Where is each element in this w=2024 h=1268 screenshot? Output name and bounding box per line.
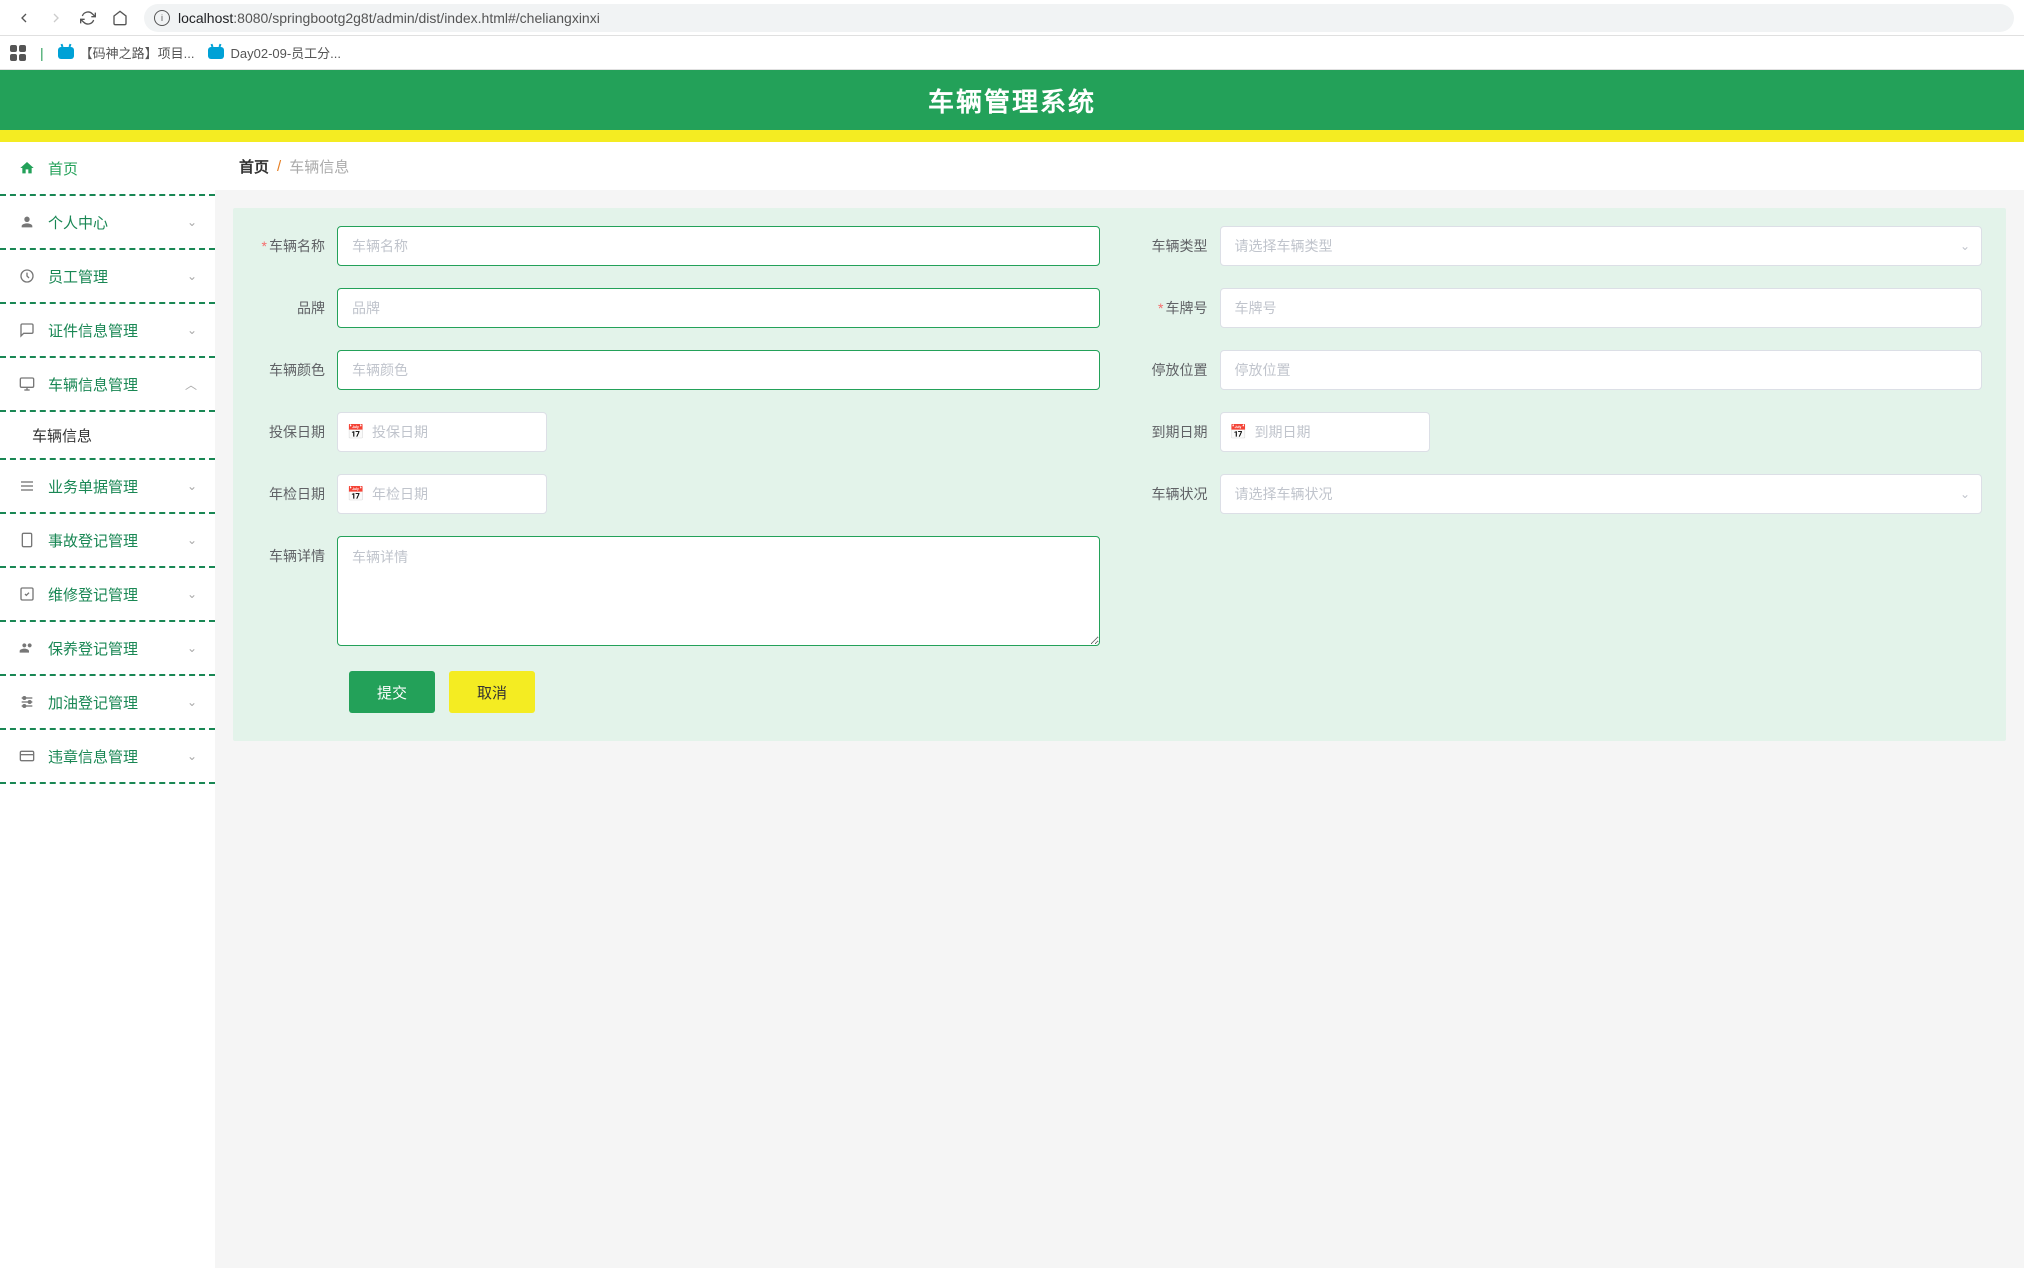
input-expire-date[interactable] bbox=[1220, 412, 1430, 452]
bookmark-item[interactable]: Day02-09-员工分... bbox=[208, 43, 341, 62]
home-icon bbox=[18, 160, 36, 176]
sidebar-subitem-vehicle-info[interactable]: 车辆信息 bbox=[0, 412, 215, 460]
sidebar-item-repair[interactable]: 维修登记管理 ⌄ bbox=[0, 568, 215, 622]
input-brand[interactable] bbox=[337, 288, 1100, 328]
input-plate[interactable] bbox=[1220, 288, 1983, 328]
select-type[interactable] bbox=[1220, 226, 1983, 266]
reload-button[interactable] bbox=[74, 4, 102, 32]
chevron-down-icon: ⌄ bbox=[187, 479, 197, 493]
chevron-down-icon: ⌄ bbox=[187, 533, 197, 547]
label-type: 车辆类型 bbox=[1140, 226, 1220, 256]
sidebar-item-maintain[interactable]: 保养登记管理 ⌄ bbox=[0, 622, 215, 676]
label-status: 车辆状况 bbox=[1140, 474, 1220, 504]
chevron-down-icon: ⌄ bbox=[187, 269, 197, 283]
breadcrumb-current: 车辆信息 bbox=[289, 156, 349, 177]
browser-toolbar: i localhost:8080/springbootg2g8t/admin/d… bbox=[0, 0, 2024, 36]
home-button[interactable] bbox=[106, 4, 134, 32]
select-status[interactable] bbox=[1220, 474, 1983, 514]
label-expire-date: 到期日期 bbox=[1140, 412, 1220, 442]
label-plate: *车牌号 bbox=[1140, 288, 1220, 318]
breadcrumb-home[interactable]: 首页 bbox=[239, 156, 269, 177]
sidebar-item-violation[interactable]: 违章信息管理 ⌄ bbox=[0, 730, 215, 784]
check-icon bbox=[18, 586, 36, 602]
chevron-up-icon: ︿ bbox=[185, 376, 197, 393]
chat-icon bbox=[18, 322, 36, 338]
back-button[interactable] bbox=[10, 4, 38, 32]
phone-icon bbox=[18, 532, 36, 548]
users-icon bbox=[18, 640, 36, 656]
sidebar-item-profile[interactable]: 个人中心 ⌄ bbox=[0, 196, 215, 250]
divider: | bbox=[40, 45, 44, 61]
chevron-down-icon: ⌄ bbox=[187, 695, 197, 709]
banner-accent bbox=[0, 130, 2024, 142]
textarea-detail[interactable] bbox=[337, 536, 1100, 646]
bilibili-icon bbox=[58, 47, 74, 59]
options-icon bbox=[18, 694, 36, 710]
forward-button[interactable] bbox=[42, 4, 70, 32]
card-icon bbox=[18, 748, 36, 764]
form-card: *车辆名称 车辆类型 ⌄ 品牌 *车牌号 bbox=[233, 208, 2006, 741]
label-detail: 车辆详情 bbox=[257, 536, 337, 566]
label-color: 车辆颜色 bbox=[257, 350, 337, 380]
url-text: localhost:8080/springbootg2g8t/admin/dis… bbox=[178, 10, 600, 26]
sidebar-item-staff[interactable]: 员工管理 ⌄ bbox=[0, 250, 215, 304]
submit-button[interactable]: 提交 bbox=[349, 671, 435, 713]
label-insure-date: 投保日期 bbox=[257, 412, 337, 442]
bookmark-item[interactable]: 【码神之路】项目... bbox=[58, 43, 195, 62]
input-inspect-date[interactable] bbox=[337, 474, 547, 514]
sidebar-item-biz[interactable]: 业务单据管理 ⌄ bbox=[0, 460, 215, 514]
bilibili-icon bbox=[208, 47, 224, 59]
sidebar-item-cert[interactable]: 证件信息管理 ⌄ bbox=[0, 304, 215, 358]
input-insure-date[interactable] bbox=[337, 412, 547, 452]
chevron-down-icon: ⌄ bbox=[187, 641, 197, 655]
chevron-down-icon: ⌄ bbox=[187, 215, 197, 229]
input-color[interactable] bbox=[337, 350, 1100, 390]
apps-icon[interactable] bbox=[10, 45, 26, 61]
breadcrumb: 首页 / 车辆信息 bbox=[215, 142, 2024, 190]
main-content: 首页 / 车辆信息 *车辆名称 车辆类型 ⌄ bbox=[215, 142, 2024, 1268]
label-park: 停放位置 bbox=[1140, 350, 1220, 380]
breadcrumb-separator: / bbox=[277, 158, 281, 175]
user-icon bbox=[18, 214, 36, 230]
label-brand: 品牌 bbox=[257, 288, 337, 318]
input-name[interactable] bbox=[337, 226, 1100, 266]
label-inspect-date: 年检日期 bbox=[257, 474, 337, 504]
label-name: *车辆名称 bbox=[257, 226, 337, 256]
sidebar-item-fuel[interactable]: 加油登记管理 ⌄ bbox=[0, 676, 215, 730]
cancel-button[interactable]: 取消 bbox=[449, 671, 535, 713]
list-icon bbox=[18, 478, 36, 494]
clock-icon bbox=[18, 268, 36, 284]
info-icon: i bbox=[154, 10, 170, 26]
bookmarks-bar: | 【码神之路】项目... Day02-09-员工分... bbox=[0, 36, 2024, 70]
app-title: 车辆管理系统 bbox=[928, 82, 1096, 119]
url-bar[interactable]: i localhost:8080/springbootg2g8t/admin/d… bbox=[144, 4, 2014, 32]
sidebar: 首页 个人中心 ⌄ 员工管理 ⌄ 证件信息管理 ⌄ 车辆信息管理 ︿ 车辆信息 … bbox=[0, 142, 215, 1268]
chevron-down-icon: ⌄ bbox=[187, 323, 197, 337]
monitor-icon bbox=[18, 376, 36, 392]
chevron-down-icon: ⌄ bbox=[187, 749, 197, 763]
sidebar-item-accident[interactable]: 事故登记管理 ⌄ bbox=[0, 514, 215, 568]
sidebar-item-vehicle[interactable]: 车辆信息管理 ︿ bbox=[0, 358, 215, 412]
sidebar-item-home[interactable]: 首页 bbox=[0, 142, 215, 196]
input-park[interactable] bbox=[1220, 350, 1983, 390]
app-banner: 车辆管理系统 bbox=[0, 70, 2024, 130]
chevron-down-icon: ⌄ bbox=[187, 587, 197, 601]
